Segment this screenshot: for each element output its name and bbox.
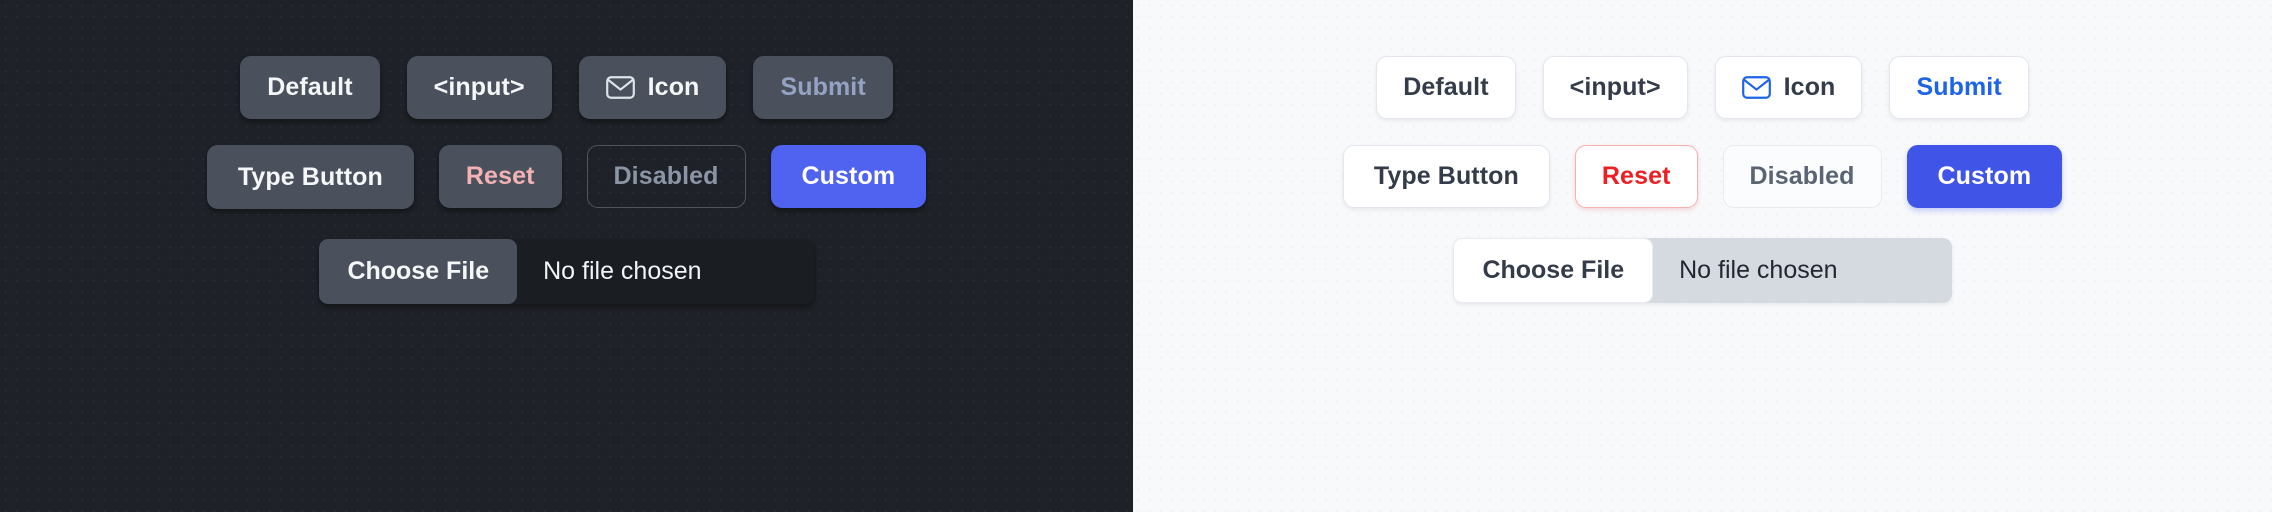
dark-input-button-label: <input> [433, 73, 525, 101]
light-file-input[interactable]: Choose File No file chosen [1453, 238, 1952, 303]
dark-custom-button[interactable]: Custom [770, 145, 927, 208]
dark-submit-button-label: Submit [780, 73, 866, 101]
light-button-row-1: Default <input> Icon Submit [1376, 56, 2029, 119]
light-file-input-row: Choose File No file chosen [1453, 238, 1952, 303]
dark-custom-button-label: Custom [801, 162, 896, 190]
light-file-name-text: No file chosen [1679, 256, 1838, 284]
light-reset-button-label: Reset [1601, 162, 1671, 190]
light-default-button[interactable]: Default [1376, 56, 1516, 119]
dark-default-button[interactable]: Default [240, 56, 380, 119]
envelope-icon [605, 73, 635, 102]
light-rows: Default <input> Icon Submit Type Button … [1133, 0, 2272, 512]
light-choose-file-button[interactable]: Choose File [1453, 238, 1654, 303]
light-custom-button-label: Custom [1937, 162, 2032, 190]
dark-disabled-button-label: Disabled [613, 162, 719, 190]
dark-input-button[interactable]: <input> [406, 56, 552, 119]
light-submit-button-label: Submit [1916, 73, 2002, 101]
light-input-button-label: <input> [1569, 73, 1661, 101]
dark-rows: Default <input> Icon Submit Type Button … [0, 0, 1133, 512]
dark-type-button[interactable]: Type Button [206, 145, 414, 209]
dark-type-button-label: Type Button [237, 162, 383, 191]
dark-file-name-text: No file chosen [543, 257, 702, 285]
light-type-button-label: Type Button [1373, 162, 1519, 190]
dark-file-input[interactable]: Choose File No file chosen [319, 239, 814, 304]
dark-button-row-2: Type Button Reset Disabled Custom [206, 145, 927, 209]
light-reset-button[interactable]: Reset [1574, 145, 1698, 208]
button-showcase: Default <input> Icon Submit Type Button … [0, 0, 2272, 512]
light-custom-button[interactable]: Custom [1906, 145, 2063, 208]
dark-default-button-label: Default [267, 73, 353, 101]
light-type-button[interactable]: Type Button [1342, 145, 1550, 208]
dark-file-input-row: Choose File No file chosen [319, 239, 814, 304]
light-theme-pane: Default <input> Icon Submit Type Button … [1133, 0, 2272, 512]
envelope-icon [1741, 73, 1771, 102]
light-default-button-label: Default [1403, 73, 1489, 101]
light-disabled-button-label: Disabled [1749, 162, 1855, 190]
light-file-name: No file chosen [1653, 238, 1951, 303]
dark-icon-button[interactable]: Icon [578, 56, 727, 119]
dark-disabled-button: Disabled [586, 145, 746, 208]
light-button-row-2: Type Button Reset Disabled Custom [1342, 145, 2063, 208]
light-icon-button-label: Icon [1783, 73, 1836, 101]
light-choose-file-label: Choose File [1482, 256, 1625, 284]
light-submit-button[interactable]: Submit [1889, 56, 2029, 119]
light-input-button[interactable]: <input> [1542, 56, 1688, 119]
light-disabled-button: Disabled [1722, 145, 1882, 208]
dark-file-name: No file chosen [517, 239, 813, 304]
dark-icon-button-label: Icon [647, 73, 700, 101]
dark-choose-file-button[interactable]: Choose File [319, 239, 518, 304]
dark-theme-pane: Default <input> Icon Submit Type Button … [0, 0, 1133, 512]
dark-button-row-1: Default <input> Icon Submit [240, 56, 893, 119]
dark-submit-button[interactable]: Submit [753, 56, 893, 119]
dark-choose-file-label: Choose File [347, 257, 490, 285]
light-icon-button[interactable]: Icon [1714, 56, 1863, 119]
dark-reset-button-label: Reset [465, 162, 535, 190]
dark-reset-button[interactable]: Reset [438, 145, 562, 208]
